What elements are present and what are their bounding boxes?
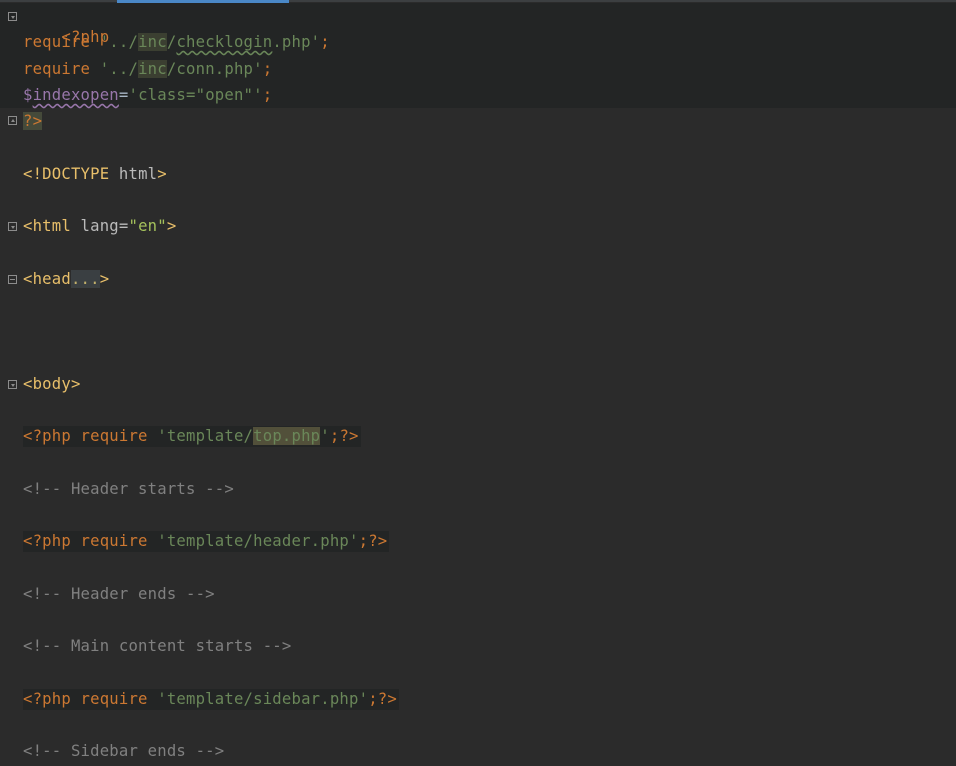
gutter — [0, 0, 20, 766]
code-line-3[interactable]: require '../inc/conn.php'; — [23, 59, 272, 80]
fold-marker-icon[interactable] — [8, 12, 17, 21]
html-comment: <!-- Header ends --> — [23, 585, 215, 603]
code-line-15[interactable]: <?php require 'template/sidebar.php';?> — [23, 689, 399, 710]
code-editor[interactable]: <?php require '../inc/checklogin.php'; r… — [0, 0, 956, 766]
html-tag-open: <html — [23, 217, 81, 235]
code-line-9[interactable]: <body> — [23, 374, 81, 395]
fold-marker-icon[interactable] — [8, 380, 17, 389]
semicolon: ; — [262, 86, 273, 104]
doctype-open: <!DOCTYPE — [23, 165, 119, 183]
code-line-14[interactable]: <!-- Main content starts --> — [23, 636, 291, 657]
php-close-tag: ?> — [339, 427, 359, 445]
fold-collapsed-icon[interactable] — [8, 275, 17, 284]
code-line-6[interactable]: <!DOCTYPE html> — [23, 164, 167, 185]
keyword-require: require — [80, 427, 148, 445]
php-close-tag: ?> — [377, 690, 397, 708]
code-line-7[interactable]: <html lang="en"> — [23, 216, 176, 237]
php-close-tag: ?> — [23, 112, 43, 130]
php-open-tag: <?php — [23, 690, 81, 708]
string-value: 'class="open"' — [128, 86, 263, 104]
string-part-highlighted: top.php — [253, 427, 321, 445]
string-part: ' — [320, 427, 330, 445]
code-line-8[interactable]: <head...> — [23, 269, 109, 290]
fold-marker-icon[interactable] — [8, 222, 17, 231]
html-comment: <!-- Main content starts --> — [23, 637, 292, 655]
variable-name: indexopen — [32, 86, 119, 104]
fold-end-icon[interactable] — [8, 116, 17, 125]
code-line-11[interactable]: <!-- Header starts --> — [23, 479, 234, 500]
string-part: 'template/ — [147, 427, 254, 445]
string-literal: 'template/sidebar.php' — [147, 690, 369, 708]
keyword-require: require — [80, 690, 148, 708]
code-line-2[interactable]: require '../inc/checklogin.php'; — [23, 32, 330, 53]
code-line-4[interactable]: $indexopen='class="open"'; — [23, 85, 272, 106]
string-part: '../ — [90, 60, 139, 78]
string-part: .php' — [272, 33, 321, 51]
doctype-close: > — [157, 165, 167, 183]
semicolon: ; — [320, 33, 330, 51]
string-part-highlighted: inc — [138, 33, 167, 51]
head-tag-open: <head — [23, 270, 71, 288]
attribute-value: "en" — [128, 217, 167, 235]
semicolon: ; — [329, 427, 340, 445]
body-tag: <body> — [23, 375, 81, 393]
php-close-tag: ?> — [368, 532, 388, 550]
keyword-require: require — [23, 60, 91, 78]
string-part: '../ — [90, 33, 139, 51]
string-part-typo: checklogin — [176, 33, 273, 51]
code-line-13[interactable]: <!-- Header ends --> — [23, 584, 215, 605]
semicolon: ; — [358, 532, 369, 550]
code-line-12[interactable]: <?php require 'template/header.php';?> — [23, 531, 390, 552]
php-open-tag: <?php — [23, 427, 81, 445]
keyword-require: require — [80, 532, 148, 550]
code-line-1[interactable]: <?php — [23, 6, 109, 46]
semicolon: ; — [368, 690, 378, 708]
keyword-require: require — [23, 33, 91, 51]
semicolon: ; — [262, 60, 273, 78]
variable-dollar: $ — [23, 86, 33, 104]
string-literal: 'template/header.php' — [147, 532, 359, 550]
string-part-highlighted: inc — [138, 60, 167, 78]
string-part: / — [166, 33, 177, 51]
html-comment: <!-- Header starts --> — [23, 480, 234, 498]
html-comment: <!-- Sidebar ends --> — [23, 742, 225, 760]
attribute-name: lang — [80, 217, 119, 235]
code-line-10[interactable]: <?php require 'template/top.php';?> — [23, 426, 361, 447]
string-part: /conn.php' — [166, 60, 263, 78]
folded-region[interactable]: ... — [70, 270, 100, 288]
head-tag-close: > — [99, 270, 110, 288]
code-line-16[interactable]: <!-- Sidebar ends --> — [23, 741, 224, 762]
doctype-value: html — [118, 165, 158, 183]
code-line-5[interactable]: ?> — [23, 111, 43, 132]
php-open-tag: <?php — [23, 532, 81, 550]
html-tag-close: > — [166, 217, 177, 235]
